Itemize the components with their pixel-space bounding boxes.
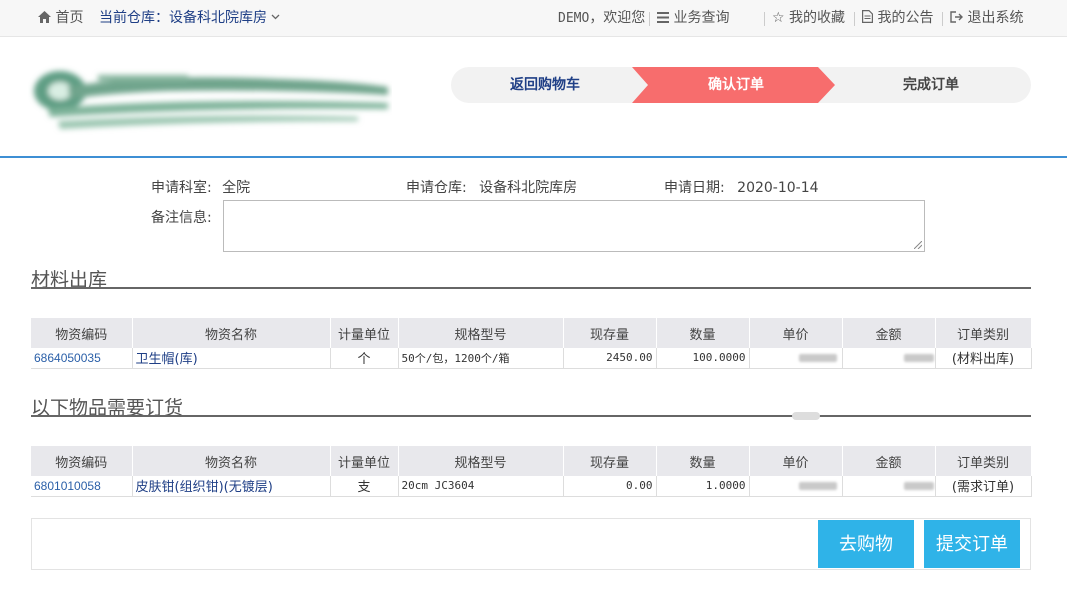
cell-unit: 个 (330, 348, 399, 369)
col-header: 数量 (656, 446, 750, 476)
cell-code: 6801010058 (31, 476, 133, 497)
notices-link[interactable]: 我的公告 (862, 0, 933, 37)
cell-stock: 0.00 (563, 476, 657, 497)
home-icon (38, 11, 51, 23)
document-icon (862, 10, 873, 23)
business-query-menu[interactable]: 业务查询 (657, 0, 729, 37)
warehouse-label: 申请仓库: (406, 180, 467, 196)
col-header: 单价 (749, 318, 843, 348)
logout-link[interactable]: 退出系统 (950, 0, 1023, 37)
date-field: 申请日期: 2020-10-14 (664, 177, 819, 197)
warehouse-field: 申请仓库: 设备科北院库房 (406, 177, 577, 197)
dept-label: 申请科室: (151, 180, 212, 196)
page-header: 返回购物车 确认订单 完成订单 (0, 37, 1067, 158)
warehouse-selector[interactable]: 当前仓库：设备科北院库房 (99, 0, 280, 37)
date-value: 2020-10-14 (737, 180, 819, 196)
col-header: 规格型号 (398, 318, 564, 348)
greeting: DEMO，欢迎您 (558, 0, 645, 37)
cell-code: 6864050035 (31, 348, 133, 369)
need-order-table: 物资编码 物资名称 计量单位 规格型号 现存量 数量 单价 金额 订单类别 68… (31, 446, 1032, 497)
step-complete-order: 完成订单 (903, 77, 959, 93)
warehouse-prefix: 当前仓库： (99, 10, 169, 26)
scroll-thumb[interactable] (792, 412, 820, 420)
greeting-user: DEMO (558, 11, 590, 26)
col-header: 数量 (656, 318, 750, 348)
cell-order-type: (需求订单) (935, 476, 1032, 497)
dept-value: 全院 (222, 180, 251, 196)
greeting-text: ，欢迎您 (589, 10, 646, 26)
cell-price-redacted (749, 348, 843, 369)
cell-unit: 支 (330, 476, 399, 497)
chevron-down-icon (271, 14, 280, 20)
col-header: 物资名称 (132, 446, 331, 476)
cell-price-redacted (749, 476, 843, 497)
col-header: 金额 (842, 446, 936, 476)
notices-label: 我的公告 (877, 10, 934, 26)
menu-icon (657, 12, 669, 23)
submit-order-button[interactable]: 提交订单 (924, 520, 1020, 568)
col-header: 金额 (842, 318, 936, 348)
divider (942, 12, 943, 26)
cell-amount-redacted (842, 476, 936, 497)
table-header: 物资编码 物资名称 计量单位 规格型号 现存量 数量 单价 金额 订单类别 (31, 318, 1032, 348)
col-header: 单价 (749, 446, 843, 476)
logout-label: 退出系统 (967, 10, 1024, 26)
cell-amount-redacted (842, 348, 936, 369)
dept-field: 申请科室: 全院 (151, 177, 250, 197)
col-header: 规格型号 (398, 446, 564, 476)
divider (649, 12, 650, 26)
cell-qty: 100.0000 (656, 348, 750, 369)
col-header: 物资编码 (31, 318, 133, 348)
warehouse-name: 设备科北院库房 (169, 10, 267, 26)
order-steps: 返回购物车 确认订单 完成订单 (451, 67, 1031, 103)
top-bar: 首页 当前仓库：设备科北院库房 DEMO，欢迎您 业务查询 ☆ 我的收藏 我的公… (0, 0, 1067, 37)
logout-icon (950, 11, 963, 23)
cell-stock: 2450.00 (563, 348, 657, 369)
home-label: 首页 (55, 10, 84, 26)
section-divider (31, 287, 1031, 289)
col-header: 物资编码 (31, 446, 133, 476)
divider (854, 12, 855, 26)
table-header: 物资编码 物资名称 计量单位 规格型号 现存量 数量 单价 金额 订单类别 (31, 446, 1032, 476)
cell-name: 皮肤钳(组织钳)(无镀层) (132, 476, 331, 497)
table-row: 6864050035 卫生帽(库) 个 50个/包，1200个/箱 2450.0… (31, 348, 1032, 369)
logo-image (34, 71, 388, 129)
material-outbound-table: 物资编码 物资名称 计量单位 规格型号 现存量 数量 单价 金额 订单类别 68… (31, 318, 1032, 369)
cell-order-type: (材料出库) (935, 348, 1032, 369)
section-divider (31, 415, 1031, 417)
resize-handle-icon[interactable] (914, 241, 922, 249)
business-query-label: 业务查询 (673, 10, 730, 26)
step-back-to-cart[interactable]: 返回购物车 (451, 67, 639, 103)
go-shopping-button[interactable]: 去购物 (818, 520, 914, 568)
divider (764, 12, 765, 26)
cell-spec: 20cm JC3604 (398, 476, 564, 497)
col-header: 计量单位 (330, 446, 399, 476)
favorites-label: 我的收藏 (789, 10, 846, 26)
step-confirm-order: 确认订单 (708, 77, 764, 93)
col-header: 订单类别 (935, 318, 1032, 348)
col-header: 订单类别 (935, 446, 1032, 476)
col-header: 计量单位 (330, 318, 399, 348)
table-row: 6801010058 皮肤钳(组织钳)(无镀层) 支 20cm JC3604 0… (31, 476, 1032, 497)
remark-textarea[interactable] (223, 200, 925, 252)
col-header: 现存量 (563, 318, 657, 348)
col-header: 物资名称 (132, 318, 331, 348)
home-link[interactable]: 首页 (38, 0, 83, 37)
date-label: 申请日期: (664, 180, 725, 196)
remark-label: 备注信息: (151, 210, 212, 226)
star-icon: ☆ (772, 10, 785, 26)
favorites-link[interactable]: ☆ 我的收藏 (772, 0, 845, 37)
col-header: 现存量 (563, 446, 657, 476)
cell-spec: 50个/包，1200个/箱 (398, 348, 564, 369)
warehouse-value: 设备科北院库房 (479, 180, 578, 196)
cell-name: 卫生帽(库) (132, 348, 331, 369)
cell-qty: 1.0000 (656, 476, 750, 497)
